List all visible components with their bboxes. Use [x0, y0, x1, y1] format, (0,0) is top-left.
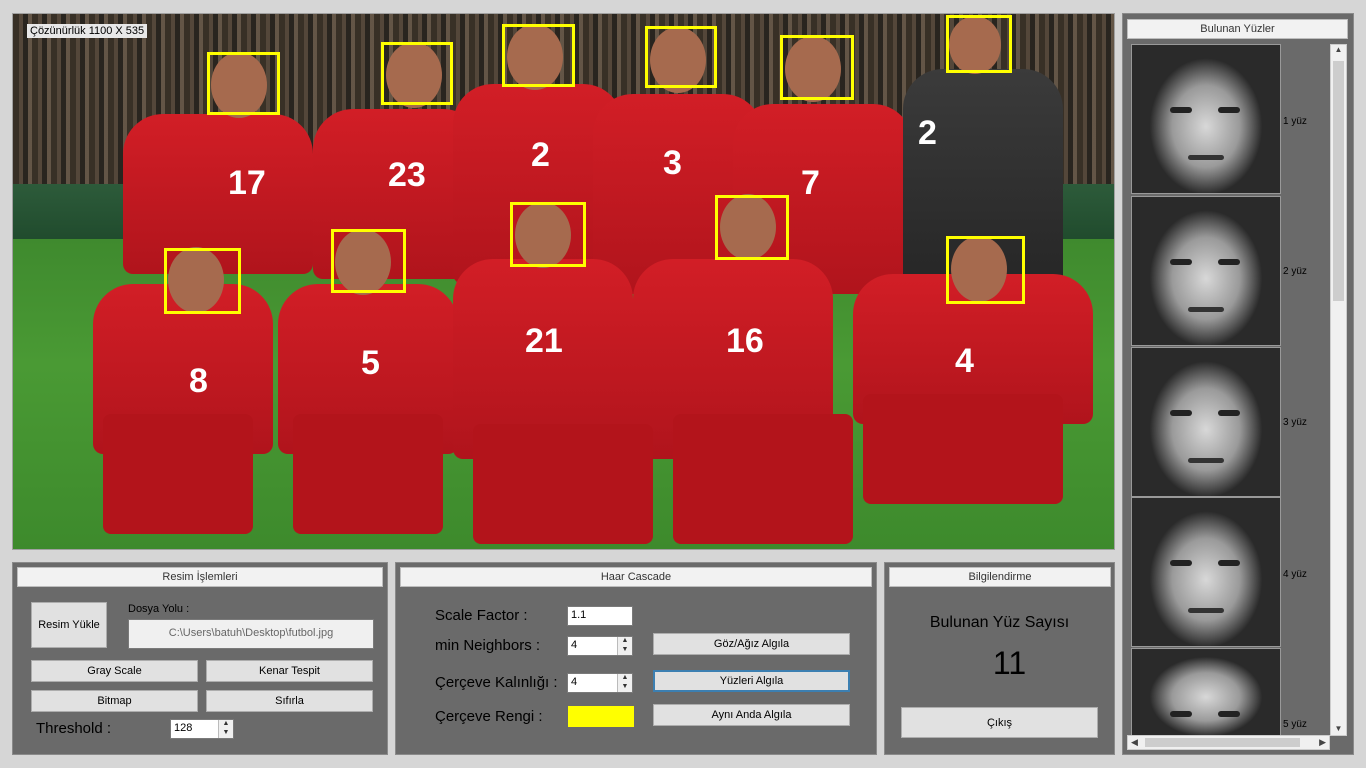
down-arrow-icon[interactable]: ▼ [219, 729, 233, 738]
info-title: Bilgilendirme [889, 567, 1111, 587]
frame-thickness-value: 4 [571, 676, 578, 688]
threshold-stepper[interactable]: 128 ▲ ▼ [170, 719, 234, 739]
face-thumbnail-label: 3 yüz [1283, 417, 1307, 428]
face-detection-box [502, 24, 575, 87]
eye-mouth-detect-button[interactable]: Göz/Ağız Algıla [653, 633, 850, 655]
face-thumbnail[interactable] [1131, 497, 1281, 647]
exit-button[interactable]: Çıkış [901, 707, 1098, 738]
min-neighbors-stepper[interactable]: 4 ▲ ▼ [567, 636, 633, 656]
face-detection-box [207, 52, 280, 115]
scroll-thumb[interactable] [1333, 61, 1344, 301]
image-operations-title: Resim İşlemleri [17, 567, 383, 587]
player-shorts [673, 414, 853, 544]
player-shorts [103, 414, 253, 534]
face-thumbnail[interactable] [1131, 196, 1281, 346]
jersey-number: 2 [918, 114, 937, 152]
jersey-number: 7 [801, 164, 820, 202]
face-detection-box [780, 35, 854, 100]
down-arrow-icon[interactable]: ▼ [618, 646, 632, 655]
face-thumbnail[interactable] [1131, 347, 1281, 497]
stepper-arrows[interactable]: ▲ ▼ [617, 637, 632, 655]
down-arrow-icon[interactable]: ▼ [618, 683, 632, 692]
frame-color-label: Çerçeve Rengi : [435, 708, 543, 725]
bitmap-button[interactable]: Bitmap [31, 690, 198, 712]
scroll-down-icon[interactable]: ▼ [1331, 724, 1346, 733]
face-count-label: Bulunan Yüz Sayısı [929, 614, 1070, 631]
detect-simultaneously-button[interactable]: Aynı Anda Algıla [653, 704, 850, 726]
jersey-number: 16 [726, 322, 764, 360]
up-arrow-icon[interactable]: ▲ [618, 637, 632, 646]
face-detection-box [946, 15, 1012, 73]
scale-factor-input[interactable]: 1.1 [567, 606, 633, 626]
file-path-label: Dosya Yolu : [128, 603, 190, 615]
haar-cascade-panel [395, 562, 877, 755]
found-faces-title: Bulunan Yüzler [1127, 19, 1348, 39]
edge-detect-button[interactable]: Kenar Tespit [206, 660, 373, 682]
min-neighbors-value: 4 [571, 639, 578, 651]
face-detection-box [715, 195, 789, 260]
face-detection-box [510, 202, 586, 267]
frame-thickness-label: Çerçeve Kalınlığı : [435, 674, 558, 691]
scroll-thumb-horizontal[interactable] [1145, 738, 1300, 747]
stepper-arrows[interactable]: ▲ ▼ [218, 720, 233, 738]
gray-scale-button[interactable]: Gray Scale [31, 660, 198, 682]
jersey-number: 17 [228, 164, 266, 202]
player-shorts [473, 424, 653, 544]
face-detection-box [331, 229, 406, 293]
player-shorts [293, 414, 443, 534]
face-thumbnail[interactable] [1131, 648, 1281, 737]
jersey-number: 2 [531, 136, 550, 174]
horizontal-scrollbar[interactable]: ◀ ▶ [1127, 735, 1330, 750]
vertical-scrollbar[interactable]: ▲ ▼ [1330, 44, 1347, 736]
file-path-field[interactable]: C:\Users\batuh\Desktop\futbol.jpg [128, 619, 374, 649]
jersey-number: 4 [955, 342, 974, 380]
scroll-right-icon[interactable]: ▶ [1319, 737, 1326, 748]
detect-faces-button[interactable]: Yüzleri Algıla [653, 670, 850, 692]
jersey-number: 8 [189, 362, 208, 400]
jersey-number: 5 [361, 344, 380, 382]
min-neighbors-label: min Neighbors : [435, 637, 541, 654]
face-thumbnail-label: 2 yüz [1283, 266, 1307, 277]
scroll-up-icon[interactable]: ▲ [1331, 45, 1346, 54]
scroll-left-icon[interactable]: ◀ [1131, 737, 1138, 748]
face-thumbnail-label: 4 yüz [1283, 569, 1307, 580]
threshold-label: Threshold : [36, 720, 112, 737]
face-detection-box [946, 236, 1025, 304]
face-count-value: 11 [992, 645, 1027, 681]
reset-button[interactable]: Sıfırla [206, 690, 373, 712]
face-thumbnail[interactable] [1131, 44, 1281, 194]
face-detection-box [381, 42, 453, 105]
face-thumbnail-label: 1 yüz [1283, 116, 1307, 127]
stepper-arrows[interactable]: ▲ ▼ [617, 674, 632, 692]
scale-factor-label: Scale Factor : [435, 607, 528, 624]
photo-display: 17 23 2 3 7 2 8 5 21 16 4 [12, 13, 1115, 550]
face-detection-box [164, 248, 241, 314]
face-detection-box [645, 26, 717, 88]
load-image-button[interactable]: Resim Yükle [31, 602, 107, 648]
frame-thickness-stepper[interactable]: 4 ▲ ▼ [567, 673, 633, 693]
resolution-label: Çözünürlük 1100 X 535 [27, 24, 148, 38]
face-thumbnail-label: 5 yüz [1283, 719, 1307, 730]
jersey-number: 3 [663, 144, 682, 182]
jersey-number: 23 [388, 156, 426, 194]
frame-color-swatch[interactable] [568, 706, 634, 727]
player-shorts [863, 394, 1063, 504]
haar-cascade-title: Haar Cascade [400, 567, 872, 587]
up-arrow-icon[interactable]: ▲ [618, 674, 632, 683]
threshold-value: 128 [174, 722, 193, 734]
up-arrow-icon[interactable]: ▲ [219, 720, 233, 729]
jersey-number: 21 [525, 322, 563, 360]
